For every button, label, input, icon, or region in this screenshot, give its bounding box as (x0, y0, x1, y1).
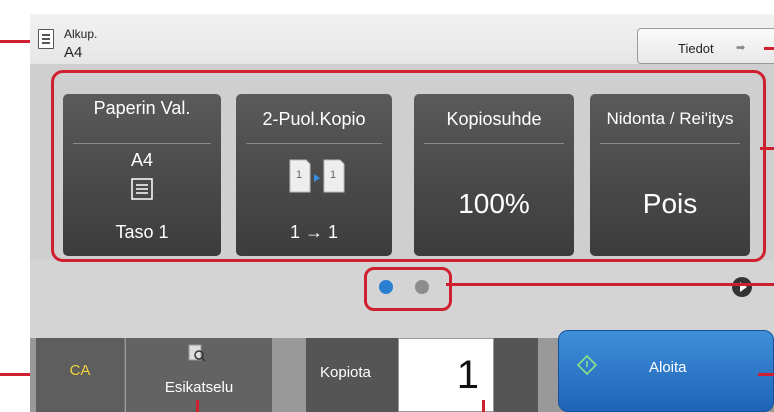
callout-line-preview (196, 400, 199, 412)
document-icon[interactable] (38, 29, 54, 49)
callout-line-pager (446, 283, 774, 286)
clear-all-label: CA (69, 362, 91, 379)
details-button-label: Tiedot (678, 41, 714, 56)
callout-settings-frame (51, 70, 766, 262)
original-label: Alkup. (64, 27, 98, 41)
copies-label: Kopiota (320, 364, 371, 381)
callout-line-settings (760, 147, 774, 150)
top-bar: Alkup. A4 Tiedot ➡ (30, 14, 774, 64)
callout-line-details (764, 47, 774, 50)
start-icon (577, 355, 597, 375)
copies-area: Kopiota 1 (306, 338, 538, 412)
start-button[interactable]: Aloita (558, 330, 774, 412)
callout-line-start (758, 373, 774, 376)
arrow-right-icon: ➡ (736, 42, 746, 54)
copies-input[interactable]: 1 (398, 338, 494, 412)
preview-icon (188, 344, 206, 362)
callout-line-copies (482, 400, 485, 412)
bottom-bar: CA Esikatselu Kopiota 1 Aloita (30, 330, 774, 412)
callout-line-original (0, 40, 30, 43)
preview-button[interactable]: Esikatselu (126, 338, 272, 412)
callout-line-ca (0, 373, 30, 376)
copies-value: 1 (456, 353, 479, 397)
next-page-icon[interactable] (732, 277, 752, 297)
callout-pager-frame (364, 267, 452, 311)
details-button[interactable]: Tiedot ➡ (637, 28, 774, 64)
start-label: Aloita (649, 359, 687, 376)
preview-label: Esikatselu (164, 379, 234, 396)
clear-all-button[interactable]: CA (36, 338, 125, 412)
original-size: A4 (64, 44, 83, 61)
